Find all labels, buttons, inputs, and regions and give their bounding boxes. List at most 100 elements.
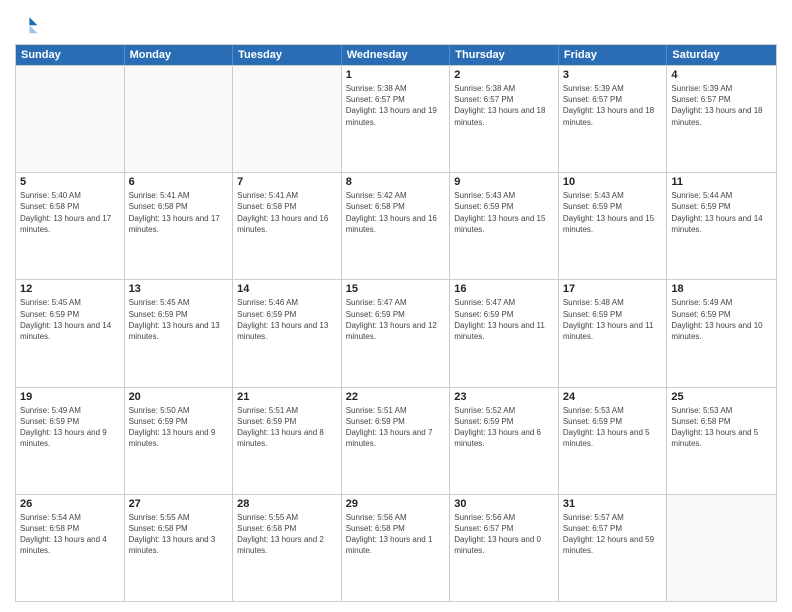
day-number: 1 [346,69,446,81]
day-number: 31 [563,498,663,510]
cal-cell: 13 Sunrise: 5:45 AM Sunset: 6:59 PM Dayli… [125,280,234,386]
day-info: Sunrise: 5:41 AM Sunset: 6:58 PM Dayligh… [237,190,337,235]
cal-cell [667,495,776,601]
weekday-header-monday: Monday [125,45,234,65]
day-info: Sunrise: 5:39 AM Sunset: 6:57 PM Dayligh… [671,83,772,128]
cal-cell: 31 Sunrise: 5:57 AM Sunset: 6:57 PM Dayli… [559,495,668,601]
day-info: Sunrise: 5:53 AM Sunset: 6:58 PM Dayligh… [671,405,772,450]
day-number: 21 [237,391,337,403]
day-info: Sunrise: 5:49 AM Sunset: 6:59 PM Dayligh… [671,297,772,342]
cal-cell: 7 Sunrise: 5:41 AM Sunset: 6:58 PM Daylig… [233,173,342,279]
calendar: SundayMondayTuesdayWednesdayThursdayFrid… [15,44,777,602]
day-number: 17 [563,283,663,295]
day-info: Sunrise: 5:46 AM Sunset: 6:59 PM Dayligh… [237,297,337,342]
day-number: 13 [129,283,229,295]
cal-row-2: 12 Sunrise: 5:45 AM Sunset: 6:59 PM Dayli… [16,279,776,386]
day-number: 8 [346,176,446,188]
cal-cell: 29Sunrise: 5:56 AM Sunset: 6:58 PM Dayli… [342,495,451,601]
cal-cell: 20 Sunrise: 5:50 AM Sunset: 6:59 PM Dayli… [125,388,234,494]
day-info: Sunrise: 5:40 AM Sunset: 6:58 PM Dayligh… [20,190,120,235]
day-info: Sunrise: 5:38 AM Sunset: 6:57 PM Dayligh… [454,83,554,128]
day-number: 30 [454,498,554,510]
cal-cell: 14 Sunrise: 5:46 AM Sunset: 6:59 PM Dayli… [233,280,342,386]
logo-icon [15,14,39,38]
day-number: 12 [20,283,120,295]
day-number: 22 [346,391,446,403]
day-number: 4 [671,69,772,81]
cal-cell: 27Sunrise: 5:55 AM Sunset: 6:58 PM Dayli… [125,495,234,601]
day-info: Sunrise: 5:38 AM Sunset: 6:57 PM Dayligh… [346,83,446,128]
cal-cell: 2 Sunrise: 5:38 AM Sunset: 6:57 PM Daylig… [450,66,559,172]
weekday-header-saturday: Saturday [667,45,776,65]
cal-cell: 5Sunrise: 5:40 AM Sunset: 6:58 PM Daylig… [16,173,125,279]
day-info: Sunrise: 5:39 AM Sunset: 6:57 PM Dayligh… [563,83,663,128]
cal-cell [125,66,234,172]
cal-cell: 1 Sunrise: 5:38 AM Sunset: 6:57 PM Daylig… [342,66,451,172]
cal-cell: 30 Sunrise: 5:56 AM Sunset: 6:57 PM Dayli… [450,495,559,601]
cal-cell: 24 Sunrise: 5:53 AM Sunset: 6:59 PM Dayli… [559,388,668,494]
day-info: Sunrise: 5:47 AM Sunset: 6:59 PM Dayligh… [454,297,554,342]
cal-cell: 18 Sunrise: 5:49 AM Sunset: 6:59 PM Dayli… [667,280,776,386]
day-info: Sunrise: 5:51 AM Sunset: 6:59 PM Dayligh… [237,405,337,450]
cal-cell: 19 Sunrise: 5:49 AM Sunset: 6:59 PM Dayli… [16,388,125,494]
day-info: Sunrise: 5:55 AM Sunset: 6:58 PM Dayligh… [237,512,337,557]
cal-cell [233,66,342,172]
cal-cell [16,66,125,172]
day-number: 19 [20,391,120,403]
cal-cell: 23 Sunrise: 5:52 AM Sunset: 6:59 PM Dayli… [450,388,559,494]
day-info: Sunrise: 5:43 AM Sunset: 6:59 PM Dayligh… [563,190,663,235]
cal-row-0: 1 Sunrise: 5:38 AM Sunset: 6:57 PM Daylig… [16,65,776,172]
cal-cell: 8 Sunrise: 5:42 AM Sunset: 6:58 PM Daylig… [342,173,451,279]
cal-cell: 3Sunrise: 5:39 AM Sunset: 6:57 PM Daylig… [559,66,668,172]
cal-cell: 22 Sunrise: 5:51 AM Sunset: 6:59 PM Dayli… [342,388,451,494]
day-number: 15 [346,283,446,295]
day-info: Sunrise: 5:52 AM Sunset: 6:59 PM Dayligh… [454,405,554,450]
day-info: Sunrise: 5:53 AM Sunset: 6:59 PM Dayligh… [563,405,663,450]
day-info: Sunrise: 5:56 AM Sunset: 6:58 PM Dayligh… [346,512,446,557]
day-info: Sunrise: 5:44 AM Sunset: 6:59 PM Dayligh… [671,190,772,235]
day-number: 20 [129,391,229,403]
cal-row-3: 19 Sunrise: 5:49 AM Sunset: 6:59 PM Dayli… [16,387,776,494]
day-number: 23 [454,391,554,403]
cal-cell: 21 Sunrise: 5:51 AM Sunset: 6:59 PM Dayli… [233,388,342,494]
cal-cell: 4 Sunrise: 5:39 AM Sunset: 6:57 PM Daylig… [667,66,776,172]
day-number: 7 [237,176,337,188]
day-number: 14 [237,283,337,295]
day-info: Sunrise: 5:54 AM Sunset: 6:58 PM Dayligh… [20,512,120,557]
day-info: Sunrise: 5:49 AM Sunset: 6:59 PM Dayligh… [20,405,120,450]
day-info: Sunrise: 5:43 AM Sunset: 6:59 PM Dayligh… [454,190,554,235]
weekday-header-thursday: Thursday [450,45,559,65]
cal-cell: 28 Sunrise: 5:55 AM Sunset: 6:58 PM Dayli… [233,495,342,601]
day-number: 28 [237,498,337,510]
cal-cell: 6Sunrise: 5:41 AM Sunset: 6:58 PM Daylig… [125,173,234,279]
day-number: 9 [454,176,554,188]
day-number: 18 [671,283,772,295]
calendar-header-row: SundayMondayTuesdayWednesdayThursdayFrid… [16,45,776,65]
cal-cell: 16Sunrise: 5:47 AM Sunset: 6:59 PM Dayli… [450,280,559,386]
day-info: Sunrise: 5:50 AM Sunset: 6:59 PM Dayligh… [129,405,229,450]
cal-row-1: 5Sunrise: 5:40 AM Sunset: 6:58 PM Daylig… [16,172,776,279]
day-info: Sunrise: 5:42 AM Sunset: 6:58 PM Dayligh… [346,190,446,235]
day-number: 6 [129,176,229,188]
day-info: Sunrise: 5:56 AM Sunset: 6:57 PM Dayligh… [454,512,554,557]
day-info: Sunrise: 5:45 AM Sunset: 6:59 PM Dayligh… [129,297,229,342]
cal-cell: 12Sunrise: 5:45 AM Sunset: 6:59 PM Dayli… [16,280,125,386]
day-number: 25 [671,391,772,403]
weekday-header-sunday: Sunday [16,45,125,65]
page: SundayMondayTuesdayWednesdayThursdayFrid… [0,0,792,612]
calendar-body: 1 Sunrise: 5:38 AM Sunset: 6:57 PM Daylig… [16,65,776,601]
day-number: 11 [671,176,772,188]
cal-cell: 26 Sunrise: 5:54 AM Sunset: 6:58 PM Dayli… [16,495,125,601]
day-number: 27 [129,498,229,510]
day-number: 26 [20,498,120,510]
day-info: Sunrise: 5:51 AM Sunset: 6:59 PM Dayligh… [346,405,446,450]
cal-row-4: 26 Sunrise: 5:54 AM Sunset: 6:58 PM Dayli… [16,494,776,601]
cal-cell: 11 Sunrise: 5:44 AM Sunset: 6:59 PM Dayli… [667,173,776,279]
weekday-header-wednesday: Wednesday [342,45,451,65]
day-info: Sunrise: 5:48 AM Sunset: 6:59 PM Dayligh… [563,297,663,342]
day-info: Sunrise: 5:57 AM Sunset: 6:57 PM Dayligh… [563,512,663,557]
cal-cell: 17 Sunrise: 5:48 AM Sunset: 6:59 PM Dayli… [559,280,668,386]
day-number: 24 [563,391,663,403]
day-number: 2 [454,69,554,81]
weekday-header-friday: Friday [559,45,668,65]
